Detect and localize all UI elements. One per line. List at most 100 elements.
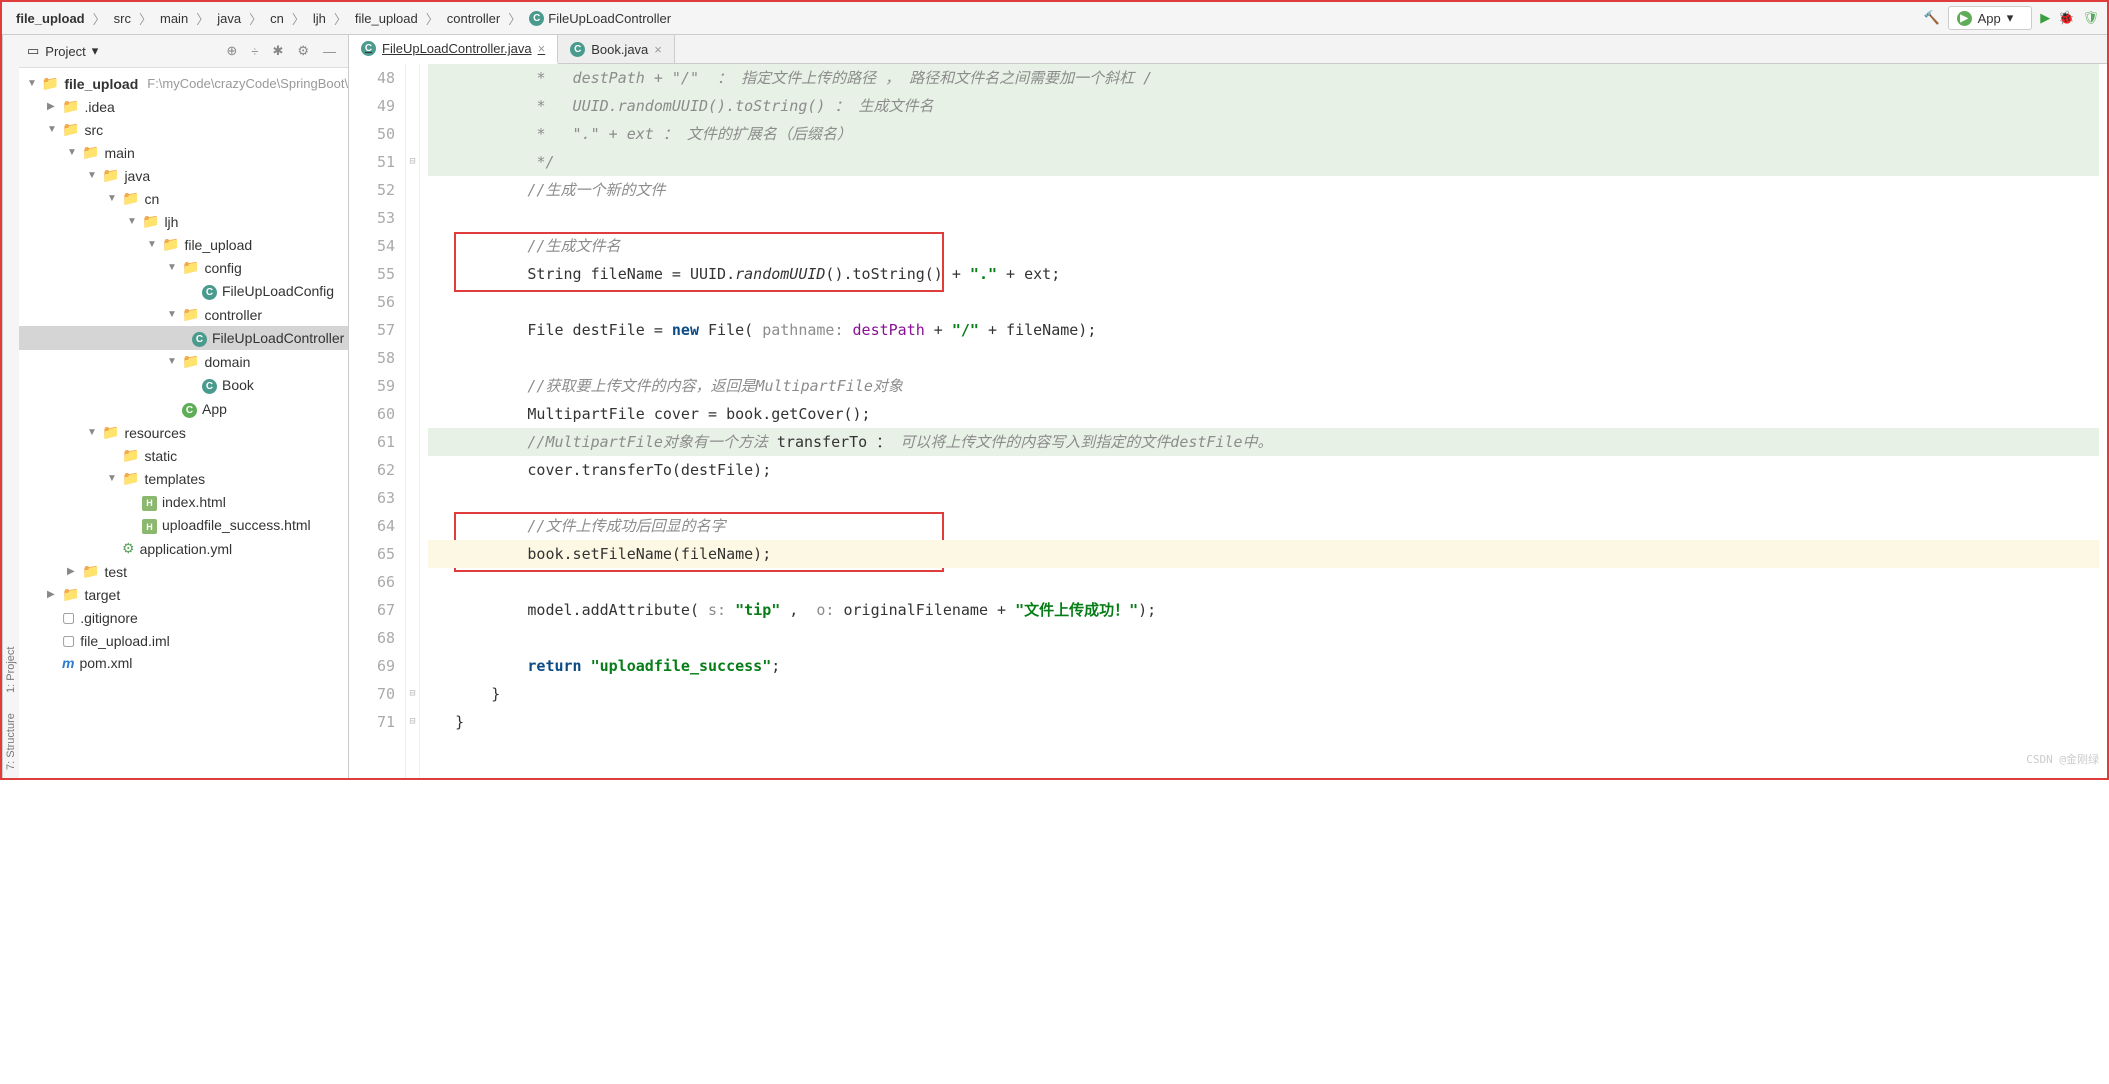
gear-icon[interactable]: ⚙ <box>293 41 313 61</box>
editor-area: C FileUpLoadController.java × C Book.jav… <box>349 35 2107 778</box>
tree-icon: 📁 <box>82 144 99 161</box>
tree-node-ljh[interactable]: ▼📁ljh <box>19 210 348 233</box>
code-content[interactable]: * destPath + "/" ： 指定文件上传的路径 ， 路径和文件名之间需… <box>420 64 2107 778</box>
project-tree[interactable]: ▼📁file_uploadF:\myCode\crazyCode\SpringB… <box>19 68 348 778</box>
code-line-65[interactable]: book.setFileName(fileName); <box>428 540 2099 568</box>
code-line-69[interactable]: return "uploadfile_success"; <box>428 652 2099 680</box>
tree-node-app[interactable]: CApp <box>19 397 348 421</box>
tree-node-cn[interactable]: ▼📁cn <box>19 187 348 210</box>
code-editor[interactable]: 4849505152535455565758596061626364656667… <box>349 64 2107 778</box>
tree-icon: 📁 <box>122 190 139 207</box>
code-line-52[interactable]: //生成一个新的文件 <box>428 176 2099 204</box>
run-icon[interactable]: ▶ <box>2040 10 2050 26</box>
code-line-67[interactable]: model.addAttribute( s: "tip" , o: origin… <box>428 596 2099 624</box>
breadcrumb-item[interactable]: ljh <box>307 9 332 28</box>
project-sidebar: ▭ Project ▾ ⊕ ÷ ✱ ⚙ — ▼📁file_uploadF:\my… <box>19 35 349 778</box>
tree-node-test[interactable]: ▶📁test <box>19 560 348 583</box>
tree-node-application-yml[interactable]: ⚙application.yml <box>19 537 348 560</box>
tree-icon: 📁 <box>182 306 199 323</box>
tree-node-controller[interactable]: ▼📁controller <box>19 303 348 326</box>
fold-column[interactable]: ⊟⊟⊟ <box>406 64 420 778</box>
breadcrumb-item[interactable]: controller <box>441 9 506 28</box>
tree-node-resources[interactable]: ▼📁resources <box>19 421 348 444</box>
structure-tab[interactable]: 7: Structure <box>5 713 17 770</box>
code-line-50[interactable]: * "." + ext ： 文件的扩展名（后缀名） <box>428 120 2099 148</box>
tree-node--idea[interactable]: ▶📁.idea <box>19 95 348 118</box>
code-line-61[interactable]: //MultipartFile对象有一个方法 transferTo ： 可以将上… <box>428 428 2099 456</box>
code-line-66[interactable] <box>428 568 2099 596</box>
code-line-49[interactable]: * UUID.randomUUID().toString() ： 生成文件名 <box>428 92 2099 120</box>
code-line-51[interactable]: */ <box>428 148 2099 176</box>
code-line-53[interactable] <box>428 204 2099 232</box>
code-line-54[interactable]: //生成文件名 <box>428 232 2099 260</box>
breadcrumb-item[interactable]: main <box>154 9 194 28</box>
code-line-56[interactable] <box>428 288 2099 316</box>
breadcrumb-item[interactable]: file_upload <box>349 9 424 28</box>
tree-node-config[interactable]: ▼📁config <box>19 256 348 279</box>
tree-node-static[interactable]: 📁static <box>19 444 348 467</box>
code-line-59[interactable]: //获取要上传文件的内容，返回是MultipartFile对象 <box>428 372 2099 400</box>
tree-node-fileuploadconfig[interactable]: CFileUpLoadConfig <box>19 279 348 303</box>
tree-node-file-upload-iml[interactable]: ▢file_upload.iml <box>19 629 348 652</box>
breadcrumb-root[interactable]: file_upload <box>10 9 91 28</box>
tree-node-src[interactable]: ▼📁src <box>19 118 348 141</box>
ide-window: file_upload 〉 src 〉 main 〉 java 〉 cn 〉 l… <box>0 0 2109 780</box>
breadcrumb-item[interactable]: java <box>211 9 247 28</box>
editor-tabs: C FileUpLoadController.java × C Book.jav… <box>349 35 2107 64</box>
tree-node-uploadfile-success-html[interactable]: Huploadfile_success.html <box>19 514 348 538</box>
tree-node-pom-xml[interactable]: mpom.xml <box>19 652 348 674</box>
options-icon[interactable]: ✱ <box>268 41 287 61</box>
tree-icon: C <box>202 376 217 394</box>
code-line-71[interactable]: } <box>428 708 2099 736</box>
tree-icon: 📁 <box>62 586 79 603</box>
tab-fileuploadcontroller[interactable]: C FileUpLoadController.java × <box>349 35 558 64</box>
sidebar-title[interactable]: Project <box>45 44 85 59</box>
code-line-55[interactable]: String fileName = UUID.randomUUID().toSt… <box>428 260 2099 288</box>
tab-book[interactable]: C Book.java × <box>558 35 675 63</box>
collapse-icon[interactable]: ÷ <box>247 42 262 61</box>
build-icon[interactable]: 🔨 <box>1923 10 1939 26</box>
chevron-down-icon: ▾ <box>2007 10 2014 26</box>
left-tool-tabs[interactable]: 7: Structure 1: Project <box>2 35 19 778</box>
tree-icon: H <box>142 517 157 535</box>
tree-icon: C <box>202 282 217 300</box>
tree-icon: ▢ <box>62 609 75 626</box>
breadcrumb-class[interactable]: CFileUpLoadController <box>523 9 677 28</box>
tree-icon: 📁 <box>142 213 159 230</box>
breadcrumb-item[interactable]: cn <box>264 9 290 28</box>
tree-node-index-html[interactable]: Hindex.html <box>19 490 348 514</box>
tree-node-book[interactable]: CBook <box>19 373 348 397</box>
tree-icon: 📁 <box>162 236 179 253</box>
coverage-icon[interactable]: 🛡 <box>2082 10 2099 26</box>
close-icon[interactable]: × <box>538 41 546 56</box>
close-icon[interactable]: × <box>654 42 662 57</box>
locate-icon[interactable]: ⊕ <box>222 41 241 61</box>
code-line-70[interactable]: } <box>428 680 2099 708</box>
tree-node--gitignore[interactable]: ▢.gitignore <box>19 606 348 629</box>
tree-node-fileuploadcontroller[interactable]: CFileUpLoadController <box>19 326 348 350</box>
tree-node-templates[interactable]: ▼📁templates <box>19 467 348 490</box>
tree-icon: ▢ <box>62 632 75 649</box>
code-line-60[interactable]: MultipartFile cover = book.getCover(); <box>428 400 2099 428</box>
debug-icon[interactable]: 🐞 <box>2058 10 2074 26</box>
breadcrumb-item[interactable]: src <box>108 9 137 28</box>
tree-node-java[interactable]: ▼📁java <box>19 164 348 187</box>
code-line-58[interactable] <box>428 344 2099 372</box>
class-icon: C <box>529 11 544 26</box>
class-icon: C <box>361 41 376 56</box>
code-line-68[interactable] <box>428 624 2099 652</box>
code-line-57[interactable]: File destFile = new File( pathname: dest… <box>428 316 2099 344</box>
run-config-select[interactable]: ▶ App ▾ <box>1948 6 2033 30</box>
code-line-63[interactable] <box>428 484 2099 512</box>
project-tab[interactable]: 1: Project <box>5 647 17 693</box>
code-line-62[interactable]: cover.transferTo(destFile); <box>428 456 2099 484</box>
tree-node-file-upload[interactable]: ▼📁file_upload <box>19 233 348 256</box>
tree-node-file-upload[interactable]: ▼📁file_uploadF:\myCode\crazyCode\SpringB… <box>19 72 348 95</box>
chevron-down-icon[interactable]: ▾ <box>92 43 99 59</box>
hide-icon[interactable]: — <box>319 42 340 61</box>
tree-node-domain[interactable]: ▼📁domain <box>19 350 348 373</box>
tree-node-target[interactable]: ▶📁target <box>19 583 348 606</box>
code-line-64[interactable]: //文件上传成功后回显的名字 <box>428 512 2099 540</box>
code-line-48[interactable]: * destPath + "/" ： 指定文件上传的路径 ， 路径和文件名之间需… <box>428 64 2099 92</box>
tree-node-main[interactable]: ▼📁main <box>19 141 348 164</box>
